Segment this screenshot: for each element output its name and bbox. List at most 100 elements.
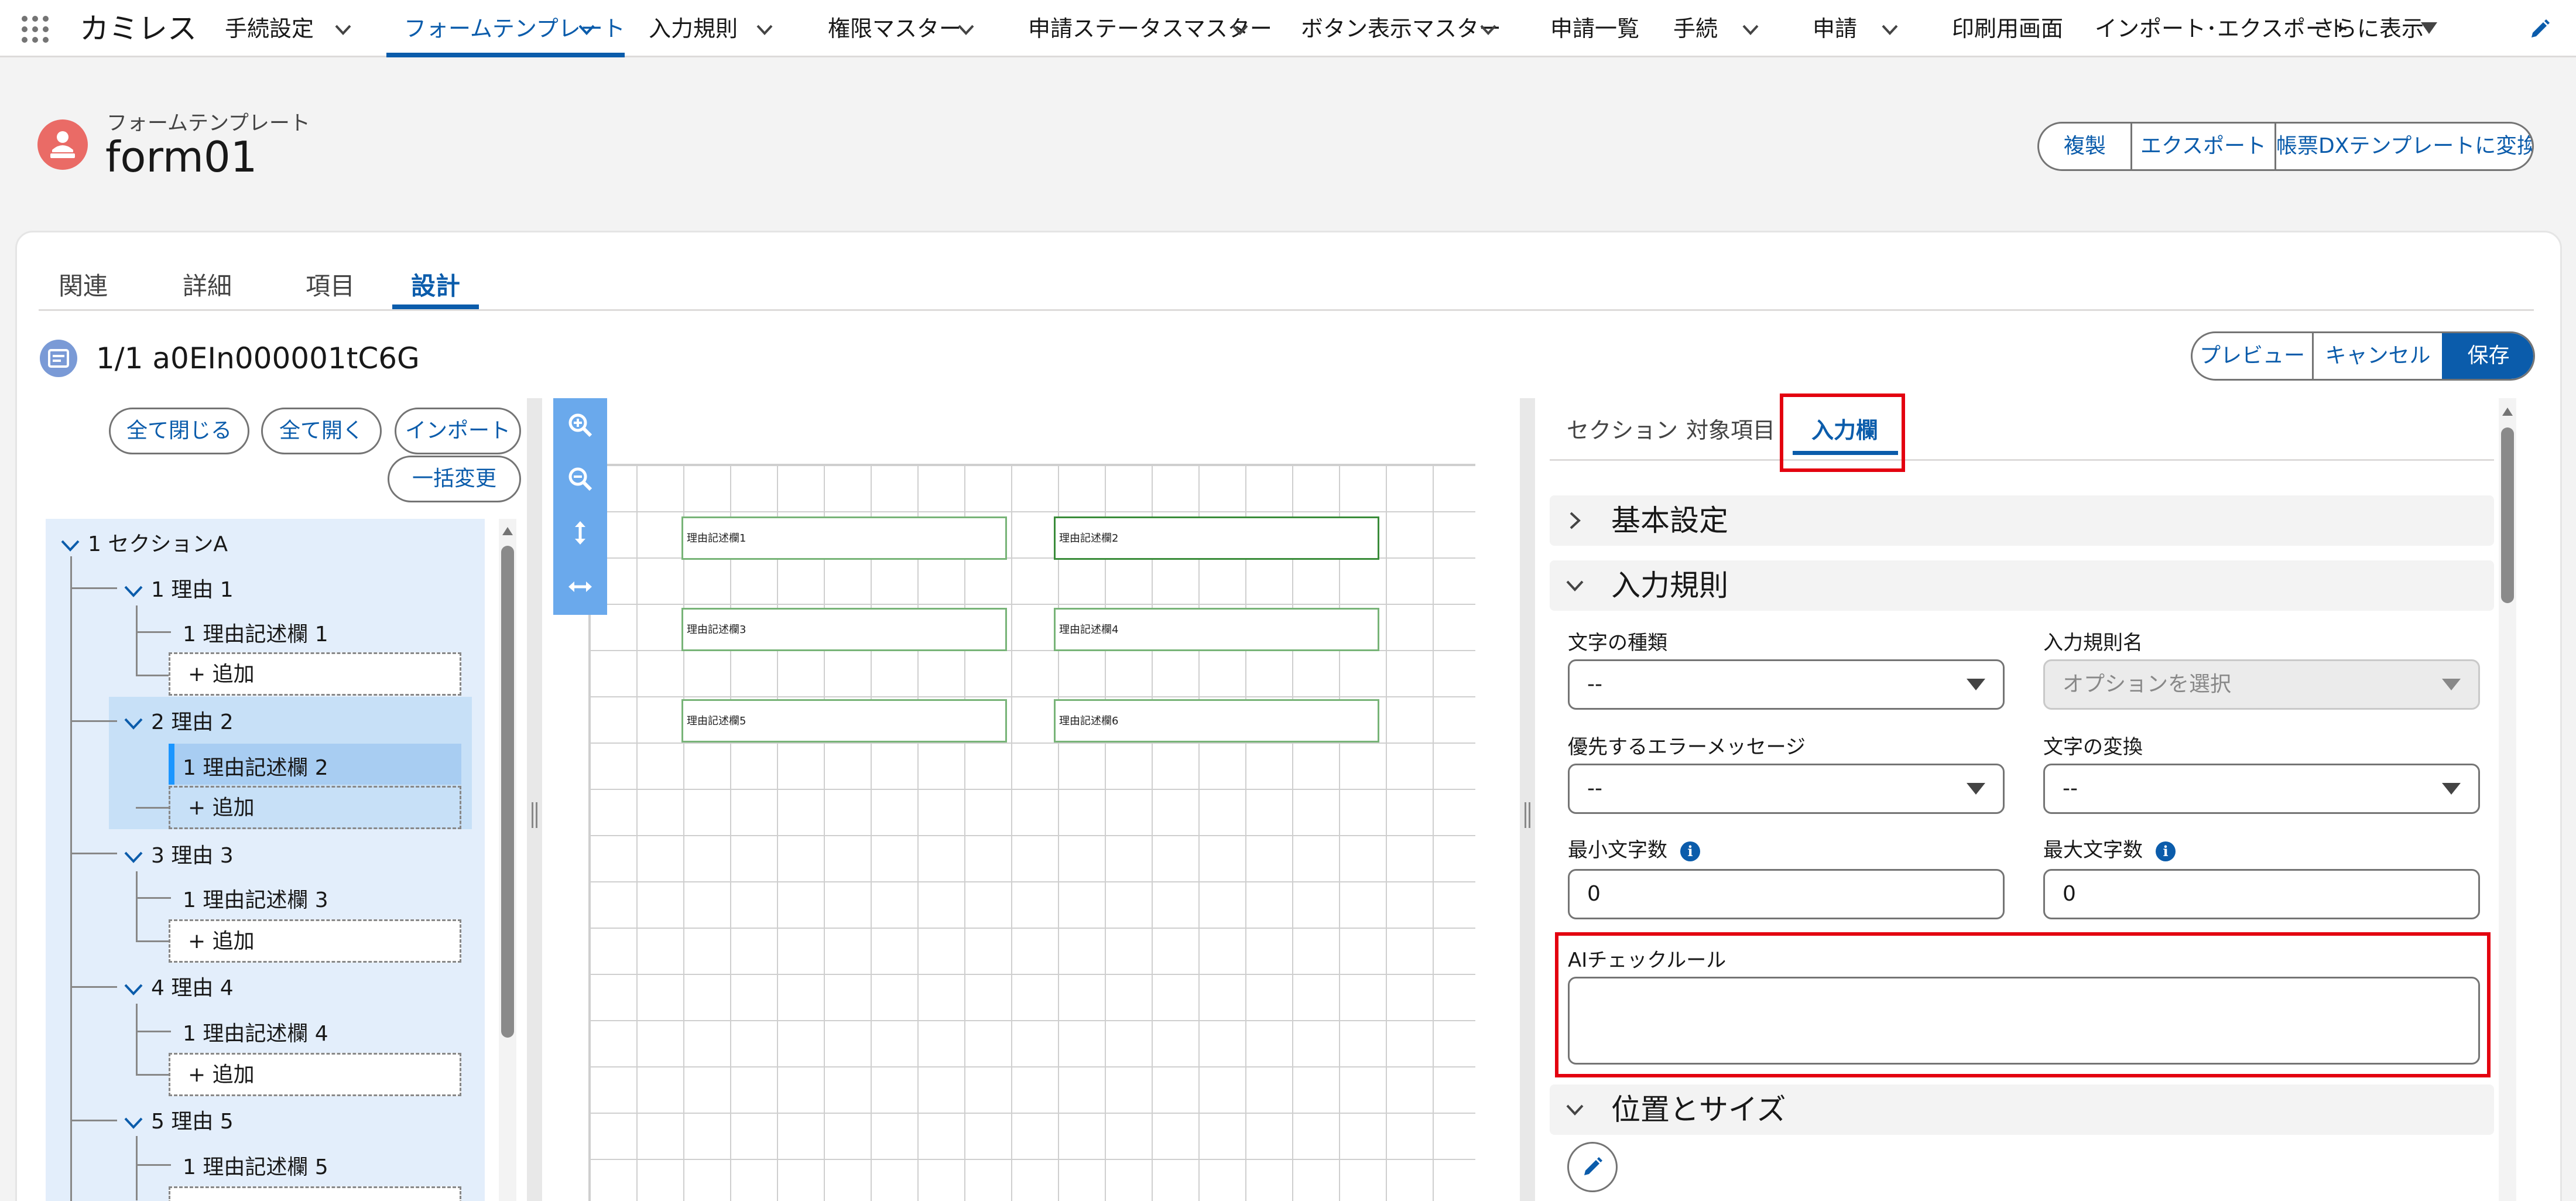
bulk-change-button[interactable]: 一括変更 [388, 456, 521, 502]
save-button[interactable]: 保存 [2442, 333, 2533, 379]
canvas-field[interactable]: 理由記述欄5 [681, 699, 1007, 743]
tree-scroll-thumb[interactable] [501, 546, 514, 1038]
error-message-select[interactable]: -- [1568, 764, 2005, 814]
chevron-down-icon[interactable] [122, 579, 145, 603]
chevron-down-icon[interactable] [122, 977, 145, 1001]
info-icon[interactable]: i [1680, 841, 1700, 861]
nav-item-procedure-settings[interactable]: 手続設定 [225, 0, 314, 57]
char-convert-label: 文字の変換 [2043, 735, 2143, 759]
export-button[interactable]: エクスポート [2130, 124, 2274, 169]
cancel-button[interactable]: キャンセル [2312, 333, 2442, 379]
canvas-field[interactable]: 理由記述欄3 [681, 608, 1007, 651]
props-tab-target-field[interactable]: 対象項目 [1686, 404, 1775, 457]
props-scrollbar[interactable] [2499, 398, 2516, 1201]
chevron-down-icon[interactable] [1477, 18, 1500, 41]
tree-group-3[interactable]: 3 理由 3 [122, 839, 234, 869]
section-position-size[interactable]: 位置とサイズ [1550, 1084, 2494, 1135]
collapse-all-button[interactable]: 全て閉じる [109, 408, 249, 454]
tree-field-3[interactable]: 1 理由記述欄 3 [183, 883, 328, 913]
panel-splitter[interactable] [1520, 398, 1535, 1201]
section-input-rules[interactable]: 入力規則 [1550, 560, 2494, 611]
zoom-in-icon[interactable] [553, 398, 607, 452]
chevron-down-icon[interactable] [1878, 18, 1902, 41]
tree-group-2[interactable]: 2 理由 2 [122, 705, 234, 735]
add-item-button-partial[interactable] [169, 1186, 461, 1201]
chevron-down-icon[interactable] [753, 18, 776, 41]
add-item-button[interactable]: + 追加 [169, 1053, 461, 1096]
import-button[interactable]: インポート [395, 408, 521, 454]
nav-item-print-screen[interactable]: 印刷用画面 [1952, 0, 2063, 57]
tree-field-2[interactable]: 1 理由記述欄 2 [183, 751, 328, 781]
max-chars-input[interactable]: 0 [2043, 869, 2480, 919]
canvas-field[interactable]: 理由記述欄1 [681, 516, 1007, 560]
canvas-field-selected[interactable]: 理由記述欄2 [1054, 516, 1379, 560]
record-title: form01 [105, 132, 258, 182]
convert-template-button[interactable]: 帳票DXテンプレートに変換 [2274, 124, 2532, 169]
add-item-button[interactable]: + 追加 [169, 919, 461, 963]
tab-details[interactable]: 詳細 [183, 264, 232, 309]
nav-item-input-rules[interactable]: 入力規則 [649, 0, 738, 57]
chevron-down-icon[interactable] [1563, 573, 1587, 598]
nav-item-permission-master[interactable]: 権限マスター [828, 0, 961, 57]
tab-fields[interactable]: 項目 [306, 264, 355, 309]
nav-item-import-export[interactable]: インポート･エクスポート [2095, 0, 2350, 57]
chevron-down-icon[interactable] [331, 18, 355, 41]
edit-nav-icon[interactable] [2528, 18, 2551, 41]
info-icon[interactable]: i [2156, 841, 2176, 861]
chevron-down-icon[interactable] [1563, 1097, 1587, 1122]
canvas-field[interactable]: 理由記述欄6 [1054, 699, 1379, 743]
chevron-down-icon[interactable] [59, 533, 82, 557]
design-grid[interactable] [588, 464, 1475, 1201]
nav-item-application[interactable]: 申請 [1813, 0, 1857, 57]
char-type-select[interactable]: -- [1568, 659, 2005, 710]
props-scroll-thumb[interactable] [2501, 427, 2514, 603]
nav-item-procedure[interactable]: 手続 [1673, 0, 1718, 57]
tree-group-5[interactable]: 5 理由 5 [122, 1104, 234, 1135]
nav-item-application-list[interactable]: 申請一覧 [1550, 0, 1639, 57]
tab-design[interactable]: 設計 [392, 264, 479, 309]
fit-height-icon[interactable] [553, 506, 607, 560]
tree-item-label: 2 理由 2 [151, 710, 234, 734]
scroll-up-icon[interactable] [2502, 408, 2513, 416]
chevron-down-icon[interactable] [575, 18, 598, 41]
chevron-down-icon[interactable] [1739, 18, 1762, 41]
section-basic-settings[interactable]: 基本設定 [1550, 495, 2494, 546]
preview-button[interactable]: プレビュー [2193, 333, 2312, 379]
chevron-down-icon[interactable] [122, 845, 145, 868]
add-item-button[interactable]: + 追加 [169, 652, 461, 696]
caret-down-icon[interactable] [2421, 22, 2437, 34]
scroll-up-icon[interactable] [502, 527, 513, 535]
edit-position-button[interactable] [1567, 1142, 1618, 1192]
add-item-button[interactable]: + 追加 [169, 786, 461, 829]
zoom-out-icon[interactable] [553, 452, 607, 506]
tree-section-root[interactable]: 1 セクションA [59, 527, 228, 557]
nav-item-button-display-master[interactable]: ボタン表示マスター [1301, 0, 1501, 57]
panel-splitter[interactable] [527, 398, 542, 1201]
tree-field-4[interactable]: 1 理由記述欄 4 [183, 1017, 328, 1047]
props-tab-section[interactable]: セクション [1567, 404, 1678, 457]
tree-group-1[interactable]: 1 理由 1 [122, 573, 234, 603]
tree-field-5[interactable]: 1 理由記述欄 5 [183, 1150, 328, 1181]
duplicate-button[interactable]: 複製 [2039, 124, 2130, 169]
tree-item-label: 4 理由 4 [151, 976, 234, 1000]
tree-scrollbar[interactable] [499, 519, 516, 1201]
canvas-field[interactable]: 理由記述欄4 [1054, 608, 1379, 651]
nav-more[interactable]: さらに表示 [2313, 0, 2424, 57]
record-actions: 複製 エクスポート 帳票DXテンプレートに変換 [2037, 122, 2534, 171]
app-launcher-icon[interactable] [21, 15, 49, 43]
rule-name-select[interactable]: オプションを選択 [2043, 659, 2480, 710]
chevron-down-icon[interactable] [122, 1111, 145, 1134]
caret-down-icon [2442, 679, 2461, 690]
fit-width-icon[interactable] [553, 560, 607, 614]
tab-related[interactable]: 関連 [59, 264, 108, 309]
caret-down-icon [1967, 783, 1985, 795]
chevron-right-icon[interactable] [1563, 508, 1587, 533]
chevron-down-icon[interactable] [122, 711, 145, 735]
tree-field-1[interactable]: 1 理由記述欄 1 [183, 617, 328, 648]
char-convert-select[interactable]: -- [2043, 764, 2480, 814]
tree-group-4[interactable]: 4 理由 4 [122, 971, 234, 1001]
expand-all-button[interactable]: 全て開く [261, 408, 382, 454]
chevron-down-icon[interactable] [954, 18, 978, 41]
min-chars-input[interactable]: 0 [1568, 869, 2005, 919]
chevron-down-icon[interactable] [1228, 18, 1252, 41]
